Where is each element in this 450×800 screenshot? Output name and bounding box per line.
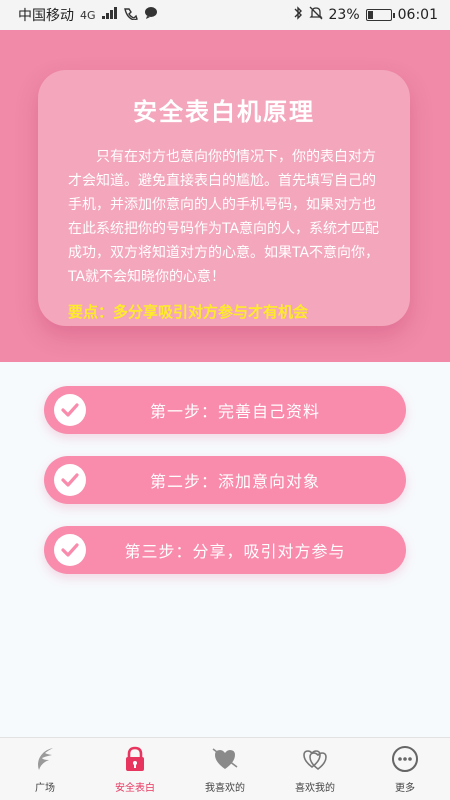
tab-likes-me[interactable]: 喜欢我的 bbox=[270, 738, 360, 800]
step-2-label: 第二步：添加意向对象 bbox=[149, 472, 320, 491]
tab-likes-me-label: 喜欢我的 bbox=[295, 782, 335, 794]
steps-list: 第一步：完善自己资料 第二步：添加意向对象 第三步：分享，吸引对方参与 bbox=[44, 386, 406, 596]
bluetooth-icon bbox=[293, 6, 303, 24]
status-right: 23% 06:01 bbox=[293, 6, 438, 24]
tab-safe-confession-label: 安全表白 bbox=[115, 782, 155, 794]
check-icon bbox=[54, 534, 86, 566]
more-icon bbox=[391, 745, 419, 777]
battery-level bbox=[367, 11, 373, 19]
step-3-label: 第三步：分享，吸引对方参与 bbox=[124, 542, 346, 561]
principle-card: 安全表白机原理 只有在对方也意向你的情况下，你的表白对方才会知道。避免直接表白的… bbox=[38, 70, 410, 326]
check-icon bbox=[54, 394, 86, 426]
clock: 06:01 bbox=[397, 7, 438, 23]
tab-more[interactable]: 更多 bbox=[360, 738, 450, 800]
battery-icon bbox=[365, 9, 395, 21]
tab-safe-confession[interactable]: 安全表白 bbox=[90, 738, 180, 800]
tab-i-like[interactable]: 我喜欢的 bbox=[180, 738, 270, 800]
step-2-button[interactable]: 第二步：添加意向对象 bbox=[44, 456, 406, 504]
tab-i-like-label: 我喜欢的 bbox=[205, 782, 245, 794]
card-description: 只有在对方也意向你的情况下，你的表白对方才会知道。避免直接表白的尴尬。首先填写自… bbox=[68, 149, 380, 285]
lock-icon bbox=[121, 745, 149, 777]
battery-percent: 23% bbox=[328, 7, 360, 23]
network-type: 4G bbox=[80, 8, 96, 22]
double-heart-icon bbox=[301, 745, 329, 777]
status-bar: 中国移动 4G 23% 06:01 bbox=[0, 0, 450, 30]
tab-square[interactable]: 广场 bbox=[0, 738, 90, 800]
tab-more-label: 更多 bbox=[395, 782, 415, 794]
status-left: 中国移动 4G bbox=[18, 5, 158, 25]
tab-square-label: 广场 bbox=[35, 782, 55, 794]
bottom-tab-bar: 广场 安全表白 我喜欢的 喜欢我的 更多 bbox=[0, 737, 450, 800]
signal-icon bbox=[101, 7, 118, 23]
card-highlight: 要点：多分享吸引对方参与才有机会 bbox=[68, 303, 309, 321]
step-3-button[interactable]: 第三步：分享，吸引对方参与 bbox=[44, 526, 406, 574]
wing-icon bbox=[31, 745, 59, 777]
step-1-button[interactable]: 第一步：完善自己资料 bbox=[44, 386, 406, 434]
mute-bell-icon bbox=[308, 6, 323, 24]
call-icon bbox=[123, 6, 138, 24]
chat-icon bbox=[144, 6, 158, 24]
carrier-label: 中国移动 bbox=[18, 8, 74, 24]
step-1-label: 第一步：完善自己资料 bbox=[149, 402, 320, 421]
heart-arrow-icon bbox=[211, 745, 239, 777]
check-icon bbox=[54, 464, 86, 496]
card-title: 安全表白机原理 bbox=[133, 98, 315, 126]
hero-banner: 安全表白机原理 只有在对方也意向你的情况下，你的表白对方才会知道。避免直接表白的… bbox=[0, 30, 450, 362]
